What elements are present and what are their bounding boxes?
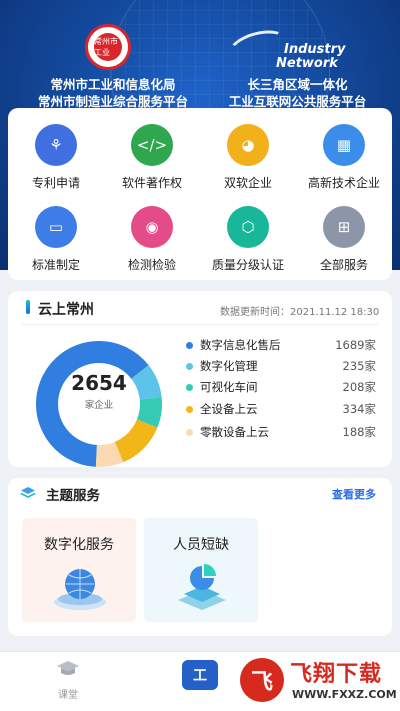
nav-classroom[interactable]: 课堂 [48,660,88,701]
services-grid: ⚘ 专利申请 </> 软件著作权 ◕ 双软企业 ▦ 高新技术企业 ▭ 标准制定 … [8,108,392,280]
service-label: 全部服务 [319,258,368,272]
legend-value: 235家 [342,359,376,373]
service-all[interactable]: ⊞ 全部服务 [296,206,392,273]
grid-icon: ⊞ [323,206,365,248]
service-label: 软件著作权 [121,176,182,190]
pie-chart-icon: ◕ [227,124,269,166]
service-label: 专利申请 [31,176,80,190]
legend-dot [186,363,193,370]
code-window-icon: </> [131,124,173,166]
legend-item: 零散设备上云 188家 [186,424,376,444]
data-chart-icon [178,564,226,610]
legend-dot [186,406,193,413]
tile-label: 数字化服务 [44,537,114,553]
watermark-title: 飞翔下载 [290,662,383,687]
legend-value: 188家 [342,425,376,439]
patent-icon: ⚘ [35,124,77,166]
legend-name: 数字化管理 [200,359,258,373]
legend-item: 数字信息化售后 1689家 [186,337,376,357]
building-icon: ▦ [323,124,365,166]
section-accent-bar [26,300,30,314]
service-software-copyright[interactable]: </> 软件著作权 [104,124,200,191]
tile-label: 人员短缺 [173,537,229,553]
left-org-name: 常州市工业和信息化局 常州市制造业综合服务平台 [18,76,208,110]
bureau-logo-mark: 常州市工业 [94,33,122,61]
legend-name: 可视化车间 [200,380,258,394]
legend-dot [186,384,193,391]
donut-slice [95,441,124,467]
watermark: 飞 飞翔下载 WWW.FXXZ.COM [238,652,398,710]
right-org-name: 长三角区域一体化 工业互联网公共服务平台 [210,76,385,110]
legend-item: 数字化管理 235家 [186,358,376,378]
legend-item: 全设备上云 334家 [186,401,376,421]
total-label: 家企业 [84,400,114,411]
legend-dot [186,429,193,436]
legend-dot [186,342,193,349]
donut-slice [114,418,158,463]
service-standards[interactable]: ▭ 标准制定 [8,206,104,273]
legend-value: 1689家 [335,338,376,352]
tile-staff-shortage[interactable]: 人员短缺 [144,518,258,622]
legend-value: 334家 [342,402,376,416]
legend-name: 全设备上云 [200,402,258,416]
section-title: 云上常州 [38,302,94,318]
legend-value: 208家 [342,380,376,394]
logo-text-line1: Industry [284,42,346,57]
watermark-url: WWW.FXXZ.COM [292,688,397,701]
service-label: 高新技术企业 [307,176,380,190]
service-high-tech[interactable]: ▦ 高新技术企业 [296,124,392,191]
legend-name: 零散设备上云 [200,425,269,439]
service-patent[interactable]: ⚘ 专利申请 [8,124,104,191]
industry-network-logo: Industry Network [225,24,358,74]
total-count: 2654 [71,371,127,395]
view-more-link[interactable]: 查看更多 [332,486,376,502]
left-org-line1: 常州市工业和信息化局 [50,77,176,92]
service-label: 双软企业 [223,176,272,190]
watermark-logo-icon: 飞 [240,658,284,702]
legend-name: 数字信息化售后 [200,338,281,352]
theme-services-card: 主题服务 查看更多 数字化服务 人员短缺 [8,478,392,636]
divider [22,324,378,325]
graduation-cap-icon [57,661,79,675]
service-quality-cert[interactable]: ⬡ 质量分级认证 [200,206,296,273]
service-label: 检测检验 [127,258,176,272]
logo-text-line2: Network [276,56,338,71]
ruler-icon: ▭ [35,206,77,248]
cloud-stats-card: 云上常州 数据更新时间：2021.11.12 18:30 2654 家企业 数字… [8,291,392,467]
camera-icon: ◉ [131,206,173,248]
nav-label: 课堂 [58,690,78,701]
section-title: 主题服务 [46,488,100,504]
service-label: 标准制定 [31,258,80,272]
bureau-logo: 常州市工业 [85,24,131,70]
service-label: 质量分级认证 [211,258,284,272]
layers-icon [20,487,36,498]
tile-digital-service[interactable]: 数字化服务 [22,518,136,622]
legend-item: 可视化车间 208家 [186,379,376,399]
service-testing[interactable]: ◉ 检测检验 [104,206,200,273]
globe-platform-icon [54,569,106,610]
shield-check-icon: ⬡ [227,206,269,248]
nav-work-button[interactable]: 工 [182,660,218,690]
update-time: 数据更新时间：2021.11.12 18:30 [220,307,380,318]
service-dual-software[interactable]: ◕ 双软企业 [200,124,296,191]
right-org-line1: 长三角区域一体化 [247,77,348,92]
